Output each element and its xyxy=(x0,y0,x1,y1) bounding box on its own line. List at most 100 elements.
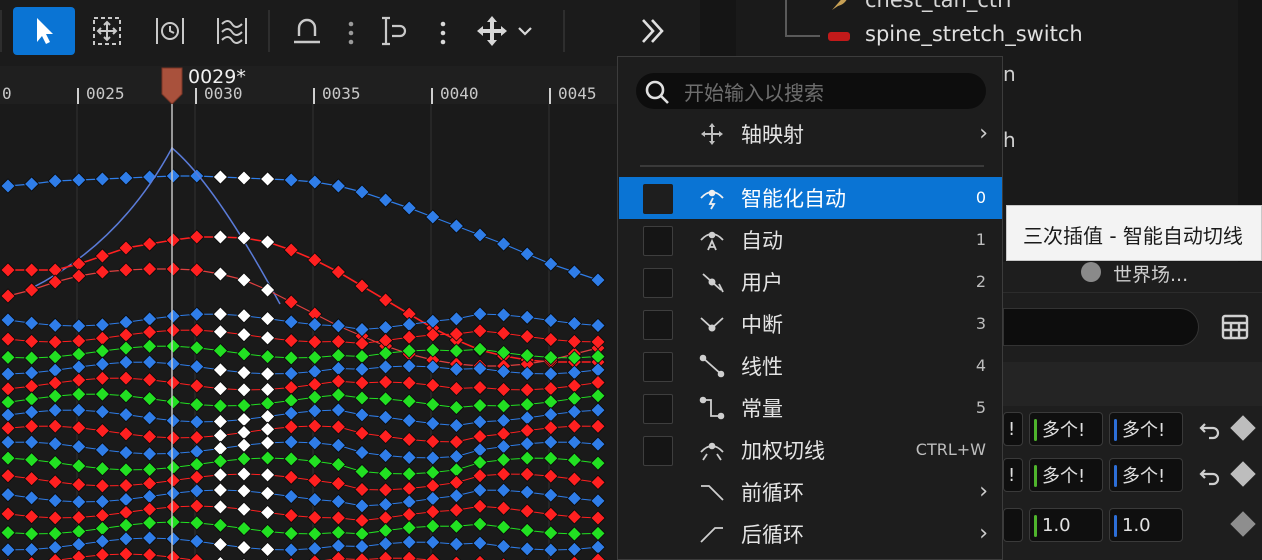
keyframe xyxy=(94,442,111,458)
normalize-tool-button[interactable] xyxy=(207,7,257,55)
reset-arrow-icon[interactable] xyxy=(1199,418,1221,440)
keyframe xyxy=(165,374,181,391)
axis-move-dropdown[interactable] xyxy=(470,7,542,55)
value-field-partial[interactable]: ! xyxy=(1003,412,1023,446)
menu-item-user[interactable]: 用户 2 xyxy=(619,261,1002,303)
menu-item-linear[interactable]: 线性 4 xyxy=(619,345,1002,387)
menu-item-axis-mapping[interactable]: 轴映射 › xyxy=(619,113,1002,155)
menu-item-break[interactable]: 中断 3 xyxy=(619,303,1002,345)
menu-checkbox[interactable] xyxy=(643,352,673,382)
keyframe xyxy=(71,318,87,334)
keyframe xyxy=(212,306,229,322)
move-arrows-icon xyxy=(701,123,723,145)
keyframe xyxy=(495,519,512,535)
curve-graph[interactable] xyxy=(0,104,617,560)
keyframe xyxy=(0,366,16,382)
keyframe xyxy=(425,552,441,560)
menu-checkbox[interactable] xyxy=(643,436,673,466)
keyframe xyxy=(354,552,370,560)
keyframe xyxy=(189,322,205,338)
keyframe xyxy=(425,518,441,534)
menu-checkbox[interactable] xyxy=(643,268,673,298)
pre-infinity-icon xyxy=(701,485,724,501)
reset-arrow-icon[interactable] xyxy=(1199,464,1221,486)
keyframe xyxy=(23,490,40,506)
outliner-item-chest[interactable]: chest_tan_ctrl xyxy=(865,0,1012,12)
keyframe xyxy=(212,229,229,245)
keyframe xyxy=(0,394,16,410)
menu-item-constant[interactable]: 常量 5 xyxy=(619,387,1002,429)
keyframe xyxy=(377,359,394,375)
keyframe xyxy=(118,354,134,370)
table-view-icon[interactable] xyxy=(1221,314,1249,340)
keyframe xyxy=(71,333,87,349)
keyframe xyxy=(189,229,205,245)
tooltip: 三次插值 - 智能自动切线 xyxy=(1006,205,1262,261)
value-field-partial[interactable] xyxy=(1003,508,1023,542)
keyframe xyxy=(307,349,323,366)
keyframe-diamond-icon[interactable] xyxy=(1230,511,1256,537)
select-tool-button[interactable] xyxy=(13,7,75,55)
keyframe xyxy=(189,552,205,560)
keyframe-diamond-icon[interactable] xyxy=(1230,415,1256,441)
keyframe xyxy=(307,389,323,405)
keyframe xyxy=(543,312,559,329)
keyframe xyxy=(472,428,488,445)
keyframe xyxy=(425,450,441,466)
keyframe-diamond-icon[interactable] xyxy=(1230,461,1256,487)
value-field-y[interactable]: 1.0 xyxy=(1029,508,1103,542)
keyframe xyxy=(472,454,488,471)
keyframe xyxy=(141,475,158,492)
keyframe xyxy=(519,328,535,345)
keyframe xyxy=(283,434,299,450)
value-field-y[interactable]: 多个! xyxy=(1029,458,1103,492)
value-field-z[interactable]: 1.0 xyxy=(1109,508,1183,542)
keyframe xyxy=(23,404,40,420)
keyframe xyxy=(165,356,181,372)
keyframe xyxy=(448,434,465,450)
keyframe xyxy=(495,398,512,414)
menu-item-pre-infinity[interactable]: 前循环 › xyxy=(619,471,1002,513)
details-search-input[interactable] xyxy=(1003,308,1199,346)
keyframe xyxy=(472,379,488,396)
value-field-z[interactable]: 多个! xyxy=(1109,458,1183,492)
flatten-tangents-button[interactable] xyxy=(282,7,332,55)
toolbar-overflow-button[interactable] xyxy=(628,7,678,55)
tangent-snap-button[interactable] xyxy=(370,7,420,55)
menu-item-post-infinity[interactable]: 后循环 › xyxy=(619,513,1002,555)
menu-checkbox[interactable] xyxy=(643,226,673,256)
keyframe xyxy=(23,378,40,394)
tangent-menu: 开始输入以搜索 轴映射 › 智能化自动 0 自动 1 用户 2 中断 3 线性 … xyxy=(617,56,1003,560)
keyframe xyxy=(236,326,252,343)
keyframe xyxy=(212,342,229,359)
playhead-handle[interactable] xyxy=(160,66,184,106)
tick-mark xyxy=(313,88,315,104)
keyframe xyxy=(495,412,512,429)
keyframe xyxy=(283,379,299,396)
search-placeholder: 开始输入以搜索 xyxy=(684,81,824,105)
keyframe xyxy=(189,429,205,446)
menu-checkbox[interactable] xyxy=(643,394,673,424)
tick-mark xyxy=(431,88,433,104)
toolbar-more-icon[interactable] xyxy=(346,18,356,48)
keyframe xyxy=(165,485,181,501)
keyframe xyxy=(141,324,158,340)
menu-item-weighted[interactable]: 加权切线 CTRL+W xyxy=(619,429,1002,471)
keyframe xyxy=(212,453,229,469)
toolbar-more-icon[interactable] xyxy=(438,18,448,48)
menu-checkbox[interactable] xyxy=(643,184,673,214)
menu-checkbox[interactable] xyxy=(643,310,673,340)
transform-icon xyxy=(93,17,121,45)
menu-search-input[interactable]: 开始输入以搜索 xyxy=(636,73,986,109)
value-field-y[interactable]: 多个! xyxy=(1029,412,1103,446)
outliner-item-spine[interactable]: spine_stretch_switch xyxy=(865,22,1083,46)
keyframe xyxy=(472,468,488,484)
keyframe xyxy=(165,308,181,324)
transform-tool-button[interactable] xyxy=(82,7,132,55)
retime-tool-button[interactable] xyxy=(145,7,195,55)
keyframe xyxy=(71,438,87,455)
menu-item-auto[interactable]: 自动 1 xyxy=(619,219,1002,261)
value-field-partial[interactable]: ! xyxy=(1003,458,1023,492)
value-field-z[interactable]: 多个! xyxy=(1109,412,1183,446)
menu-item-smart-auto[interactable]: 智能化自动 0 xyxy=(619,177,1002,219)
